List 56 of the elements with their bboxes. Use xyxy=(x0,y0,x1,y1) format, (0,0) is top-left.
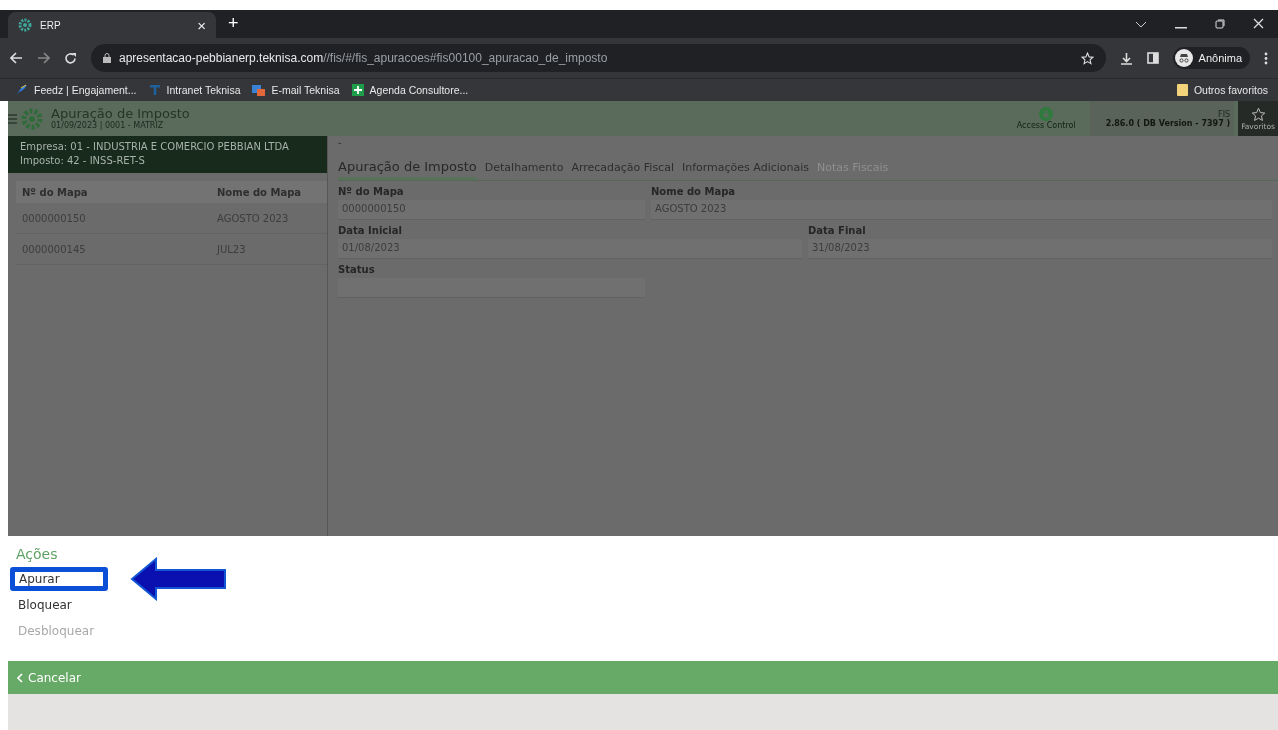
version-label: 2.86.0 ( DB Version - 7397 ) xyxy=(1105,118,1231,128)
bookmark-link[interactable]: Feedz | Engajament... xyxy=(16,84,137,96)
bookmark-link[interactable]: Agenda Consultore... xyxy=(351,84,469,96)
profile-button[interactable]: Anônima xyxy=(1172,47,1250,69)
address-bar[interactable]: apresentacao-pebbianerp.teknisa.com//fis/#/fis_apuracoes#fis00100_apuracao_de_imposto xyxy=(91,44,1106,72)
gear-logo-icon xyxy=(18,18,32,32)
page-subtitle: 01/09/2023 | 0001 - MATRIZ xyxy=(51,121,164,130)
company-label: Empresa: 01 - INDUSTRIA E COMERCIO PEBBIAN LTDA xyxy=(20,140,290,154)
column-header: Nome do Mapa xyxy=(216,186,303,198)
mail-icon xyxy=(252,84,266,96)
tax-label: Imposto: 42 - INSS-RET-S xyxy=(20,154,146,168)
action-item[interactable]: Bloquear xyxy=(10,596,80,614)
lock-icon xyxy=(1039,107,1054,121)
more-menu-icon[interactable] xyxy=(1264,51,1268,65)
lock-icon xyxy=(103,53,111,63)
breadcrumb: - xyxy=(338,138,343,150)
letter-t-icon xyxy=(148,84,161,96)
back-icon[interactable] xyxy=(10,52,23,64)
close-icon[interactable] xyxy=(1253,18,1264,29)
action-item[interactable]: Apurar xyxy=(10,567,108,591)
new-tab-button[interactable]: + xyxy=(228,13,239,34)
column-header: Nº do Mapa xyxy=(21,186,89,198)
bookmark-link[interactable]: E-mail Teknisa xyxy=(252,84,340,96)
chevron-down-icon[interactable] xyxy=(1135,21,1147,29)
field-label: Data Final xyxy=(808,225,867,238)
access-control-button[interactable]: Access Control xyxy=(1016,107,1076,130)
field-label: Data Inicial xyxy=(338,225,403,238)
bookmark-link[interactable]: Intranet Teknisa xyxy=(148,84,241,96)
minimize-icon[interactable] xyxy=(1175,27,1187,29)
download-icon[interactable] xyxy=(1119,51,1133,65)
field-label: Status xyxy=(338,264,376,277)
field-label: Nome do Mapa xyxy=(651,186,737,199)
browser-tab[interactable]: ERP × xyxy=(8,12,216,38)
cancel-bar[interactable]: Cancelar xyxy=(8,661,1278,694)
reload-icon[interactable] xyxy=(64,51,77,65)
actions-title: Ações xyxy=(16,546,59,562)
feather-icon xyxy=(16,84,28,96)
forward-icon[interactable] xyxy=(37,52,50,64)
chevron-left-icon xyxy=(17,672,23,683)
side-panel-icon[interactable] xyxy=(1146,52,1159,64)
tab[interactable]: Apuração de Imposto xyxy=(338,159,477,180)
star-icon[interactable] xyxy=(1080,51,1094,65)
plus-icon xyxy=(351,84,364,96)
restore-icon[interactable] xyxy=(1215,19,1225,29)
folder-icon xyxy=(1176,84,1188,96)
tab-title: ERP xyxy=(40,19,62,31)
close-tab-button[interactable]: × xyxy=(197,16,206,34)
url-text: apresentacao-pebbianerp.teknisa.com//fis/#/fis_apuracoes#fis00100_apuracao_de_imposto xyxy=(119,51,608,65)
tab[interactable]: Informações Adicionais xyxy=(681,161,810,180)
gear-logo-icon xyxy=(21,107,43,130)
incognito-icon xyxy=(1174,49,1193,67)
other-bookmarks-folder[interactable]: Outros favoritos xyxy=(1176,84,1268,96)
tab[interactable]: Arrecadação Fiscal xyxy=(571,161,674,180)
star-icon xyxy=(1250,106,1266,122)
tab[interactable]: Detalhamento xyxy=(484,161,564,180)
field-label: Nº do Mapa xyxy=(338,186,405,199)
